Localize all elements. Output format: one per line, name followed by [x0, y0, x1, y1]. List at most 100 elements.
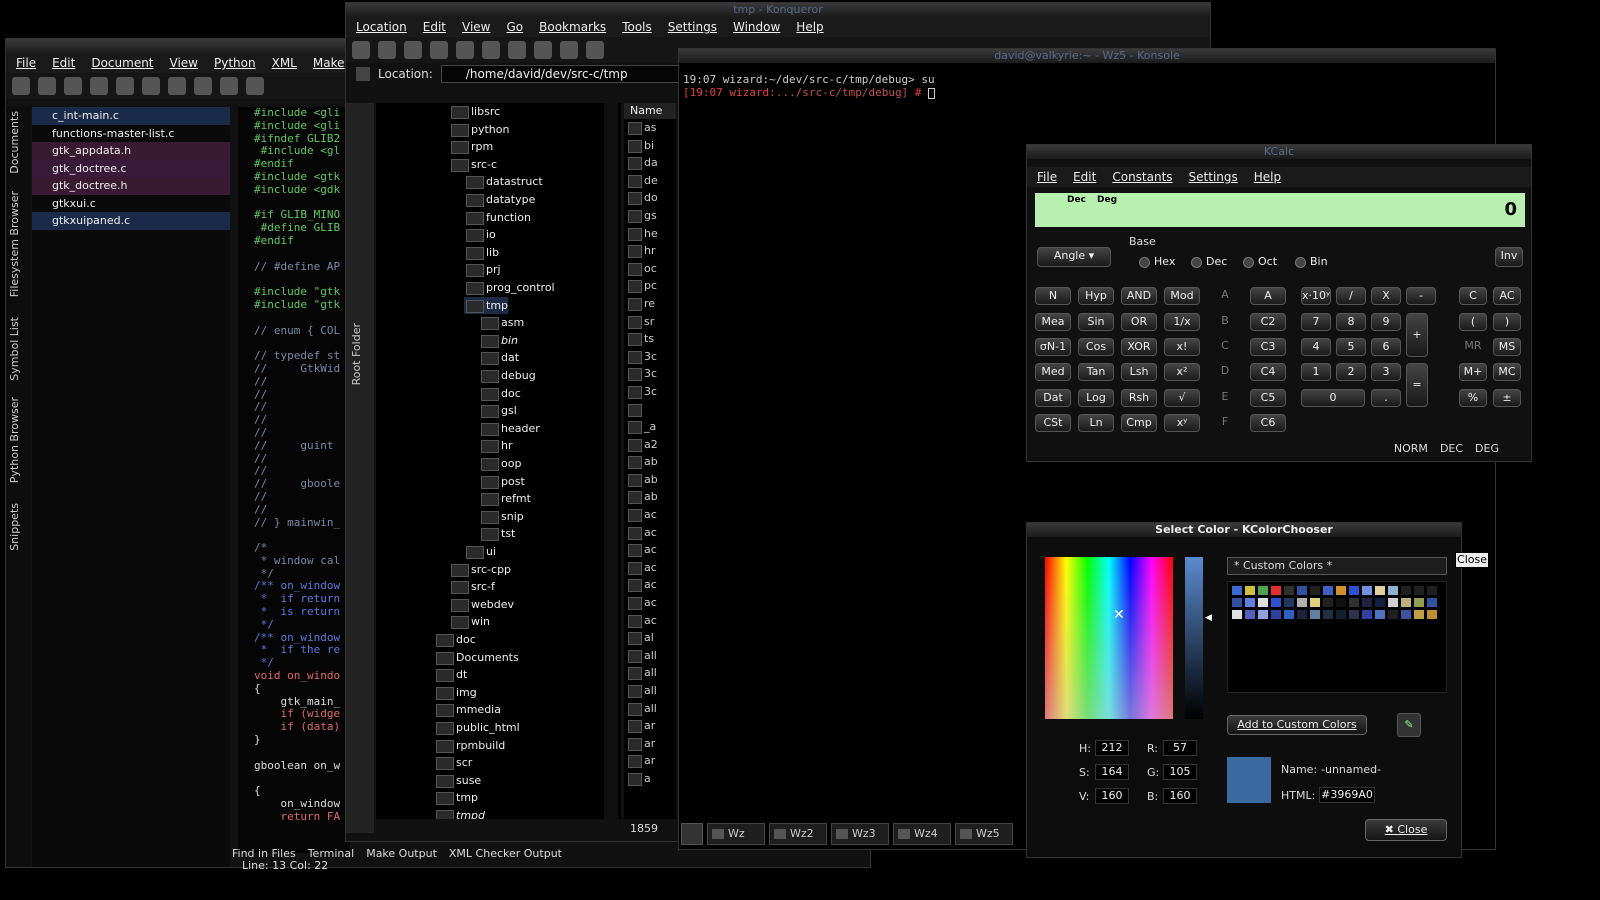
file-item[interactable]: oc [624, 260, 676, 278]
color-swatch[interactable] [1297, 586, 1307, 595]
color-swatch[interactable] [1375, 586, 1385, 595]
file-item[interactable]: all [624, 700, 676, 718]
side-tab-symbol-list[interactable]: Symbol List [8, 317, 28, 381]
menu-item-help[interactable]: Help [796, 17, 823, 37]
b-input[interactable]: 160 [1163, 788, 1197, 804]
calc-key-mod[interactable]: Mod [1164, 287, 1200, 305]
color-swatch[interactable] [1401, 598, 1411, 607]
file-item[interactable] [624, 401, 676, 419]
terminal-output[interactable]: 19:07 wizard:~/dev/src-c/tmp/debug> su [… [683, 73, 936, 99]
message-tab-make-output[interactable]: Make Output [366, 847, 437, 860]
folder-item[interactable]: mmedia [434, 701, 501, 718]
folder-item[interactable]: libsrc [449, 103, 500, 120]
file-item[interactable]: ar [624, 752, 676, 770]
konqueror-titlebar[interactable]: tmp - Konqueror [346, 3, 1210, 17]
color-swatch[interactable] [1427, 586, 1437, 595]
stop-icon[interactable] [482, 41, 500, 59]
zoom-in-icon[interactable] [534, 41, 552, 59]
calc-key-x[interactable]: - [1406, 287, 1436, 305]
folder-item[interactable]: win [449, 613, 490, 630]
folder-item[interactable]: scr [434, 754, 472, 771]
calc-key-x[interactable]: ± [1493, 389, 1521, 407]
document-item[interactable]: functions-master-list.c [32, 124, 230, 142]
calc-key-and[interactable]: AND [1121, 287, 1157, 305]
add-to-custom-colors-button[interactable]: Add to Custom Colors [1227, 715, 1367, 735]
menu-item-edit[interactable]: Edit [423, 17, 446, 37]
calc-key-x[interactable]: . [1371, 389, 1401, 407]
color-swatch[interactable] [1362, 598, 1372, 607]
calc-key-xx[interactable]: xʸ [1164, 414, 1200, 432]
color-swatch[interactable] [1271, 586, 1281, 595]
calc-key-c3[interactable]: C3 [1250, 338, 1286, 356]
calc-key-c[interactable]: C [1207, 338, 1243, 356]
folder-item[interactable]: io [464, 226, 496, 243]
v-input[interactable]: 160 [1095, 788, 1129, 804]
folder-item[interactable]: dt [434, 666, 467, 683]
calc-key-xx[interactable]: x² [1164, 363, 1200, 381]
color-swatch[interactable] [1297, 610, 1307, 619]
close-button[interactable]: ✖ Close [1365, 819, 1447, 841]
folder-item[interactable]: prog_control [464, 279, 555, 296]
folder-item[interactable]: tst [479, 525, 515, 542]
folder-item[interactable]: img [434, 684, 477, 701]
color-swatch[interactable] [1349, 610, 1359, 619]
file-item[interactable]: _a [624, 418, 676, 436]
file-item[interactable]: ar [624, 735, 676, 753]
forward-icon[interactable] [116, 77, 134, 95]
base-radio-bin[interactable]: Bin [1295, 255, 1328, 268]
calc-key-f[interactable]: F [1207, 414, 1243, 432]
color-swatch[interactable] [1258, 586, 1268, 595]
menu-item-document[interactable]: Document [91, 53, 153, 73]
revert-icon[interactable] [168, 77, 186, 95]
color-chooser-titlebar[interactable]: Select Color - KColorChooser [1027, 523, 1461, 537]
file-item[interactable]: ab [624, 453, 676, 471]
color-swatch[interactable] [1258, 610, 1268, 619]
file-item[interactable]: pc [624, 277, 676, 295]
color-swatch[interactable] [1336, 586, 1346, 595]
file-item[interactable]: 3c [624, 348, 676, 366]
calc-key-dat[interactable]: Dat [1035, 389, 1071, 407]
folder-item[interactable]: ui [464, 543, 496, 560]
calc-key-x[interactable]: X [1371, 287, 1401, 305]
calc-key-b[interactable]: B [1207, 313, 1243, 331]
hue-saturation-picker[interactable]: ✕ [1045, 557, 1173, 719]
message-tab-terminal[interactable]: Terminal [308, 847, 355, 860]
zoom-out-icon[interactable] [560, 41, 578, 59]
color-swatch[interactable] [1414, 610, 1424, 619]
root-folder-tab[interactable]: Root Folder [350, 323, 363, 385]
color-swatch[interactable] [1245, 610, 1255, 619]
calc-key-mc[interactable]: MC [1493, 363, 1521, 381]
color-swatch[interactable] [1297, 598, 1307, 607]
folder-item[interactable]: oop [479, 455, 521, 472]
code-editor[interactable]: #include <gli #include <gli #ifndef GLIB2 … [238, 107, 350, 853]
calc-key-x[interactable]: ) [1493, 313, 1521, 331]
palette-dropdown[interactable]: * Custom Colors * [1227, 557, 1447, 575]
calc-key-ms[interactable]: MS [1493, 338, 1521, 356]
color-swatch[interactable] [1271, 598, 1281, 607]
close-file-icon[interactable] [220, 77, 238, 95]
r-input[interactable]: 57 [1163, 740, 1197, 756]
folder-item[interactable]: debug [479, 367, 536, 384]
color-swatch[interactable] [1284, 610, 1294, 619]
desktop-icon[interactable] [681, 823, 703, 845]
folder-item[interactable]: webdev [449, 596, 514, 613]
folder-item[interactable]: snip [479, 508, 524, 525]
file-item[interactable]: 3c [624, 365, 676, 383]
color-swatch[interactable] [1388, 598, 1398, 607]
folder-item[interactable]: function [464, 209, 531, 226]
calc-key-c4[interactable]: C4 [1250, 363, 1286, 381]
calc-key-2[interactable]: 2 [1336, 363, 1366, 381]
calc-key-0[interactable]: 0 [1301, 389, 1365, 407]
file-item[interactable]: gs [624, 207, 676, 225]
calc-key-c[interactable]: C [1459, 287, 1487, 305]
calc-key-xor[interactable]: XOR [1121, 338, 1157, 356]
eyedropper-icon[interactable]: ✎ [1397, 713, 1421, 737]
calc-key-ln[interactable]: Ln [1078, 414, 1114, 432]
folder-item[interactable]: doc [434, 631, 476, 648]
color-swatch[interactable] [1310, 598, 1320, 607]
base-radio-dec[interactable]: Dec [1191, 255, 1227, 268]
clear-location-icon[interactable] [356, 67, 370, 81]
menu-item-view[interactable]: View [462, 17, 490, 37]
calc-key-lsh[interactable]: Lsh [1121, 363, 1157, 381]
menu-item-file[interactable]: File [1037, 167, 1057, 187]
